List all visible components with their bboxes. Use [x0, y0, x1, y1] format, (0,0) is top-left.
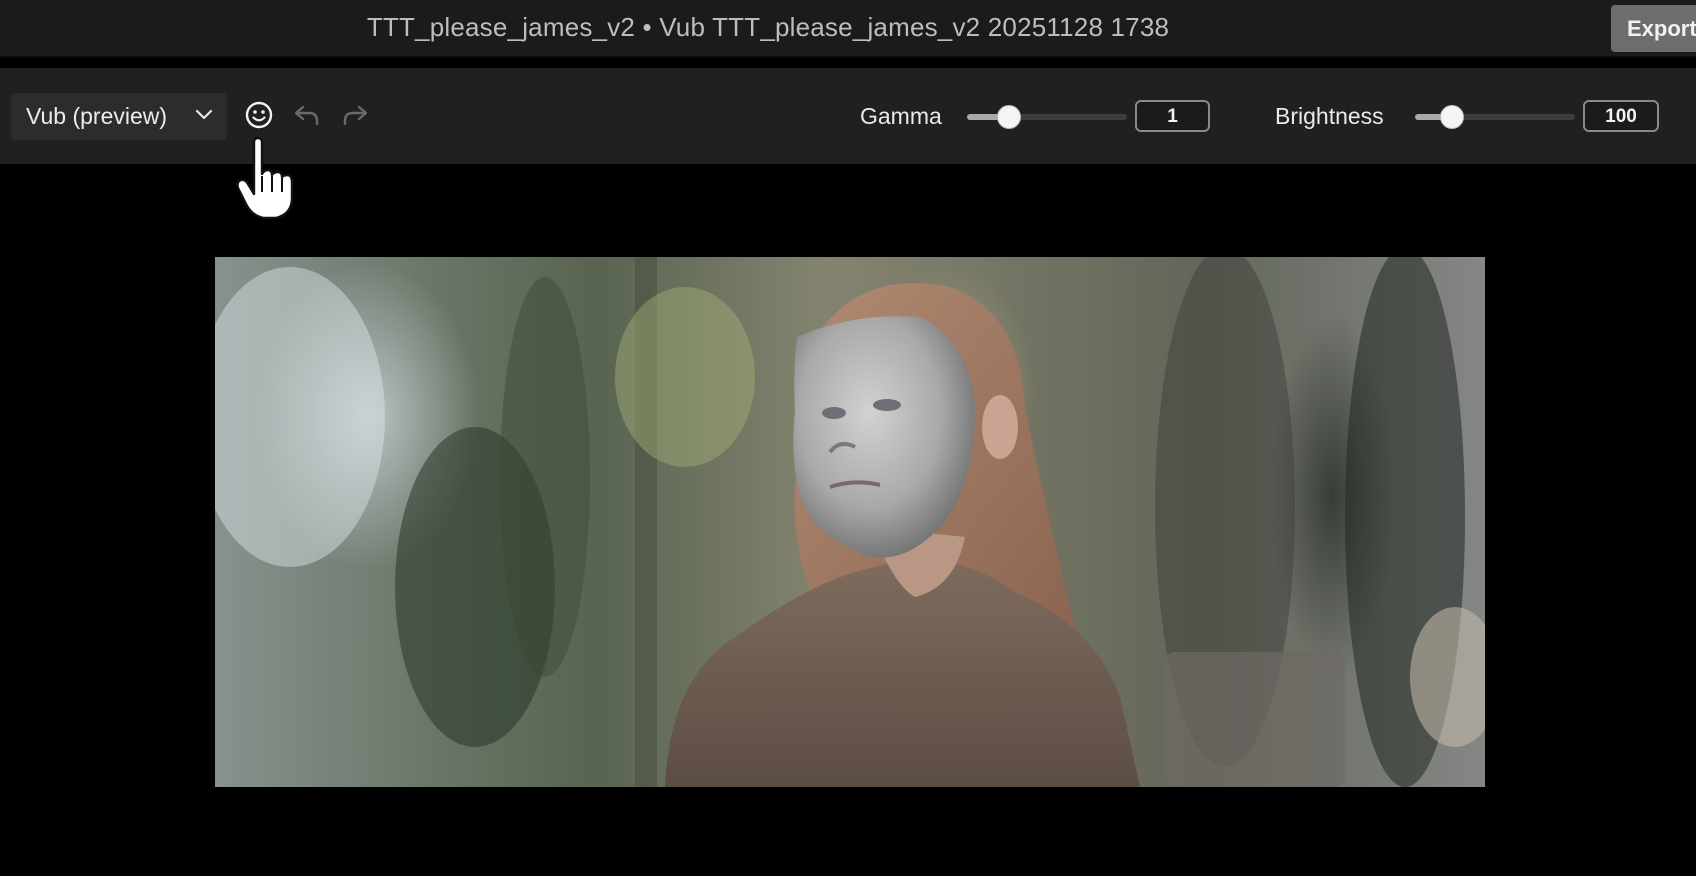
gamma-label: Gamma — [860, 103, 942, 129]
brightness-slider[interactable] — [1415, 105, 1575, 129]
chevron-down-icon — [195, 109, 213, 120]
window-title: TTT_please_james_v2 • Vub TTT_please_jam… — [366, 12, 1170, 42]
video-viewer[interactable] — [0, 164, 1696, 876]
brightness-slider-thumb[interactable] — [1439, 105, 1464, 129]
undo-icon[interactable] — [292, 100, 322, 130]
toolbar: Vub (preview) Gamma 1 Brightness 100 — [0, 68, 1696, 164]
gamma-slider[interactable] — [967, 105, 1127, 129]
redo-icon[interactable] — [340, 100, 370, 130]
preview-mode-select[interactable]: Vub (preview) — [11, 93, 227, 140]
brightness-value-field[interactable]: 100 — [1583, 100, 1659, 132]
face-icon[interactable] — [244, 100, 274, 130]
gamma-slider-thumb[interactable] — [996, 105, 1021, 129]
preview-mode-label: Vub (preview) — [26, 103, 168, 129]
video-frame-image — [215, 257, 1485, 787]
brightness-label: Brightness — [1275, 103, 1384, 129]
video-frame[interactable] — [215, 257, 1485, 787]
gamma-value-field[interactable]: 1 — [1135, 100, 1210, 132]
title-bar: TTT_please_james_v2 • Vub TTT_please_jam… — [0, 0, 1696, 58]
export-button[interactable]: Export — [1611, 5, 1696, 52]
